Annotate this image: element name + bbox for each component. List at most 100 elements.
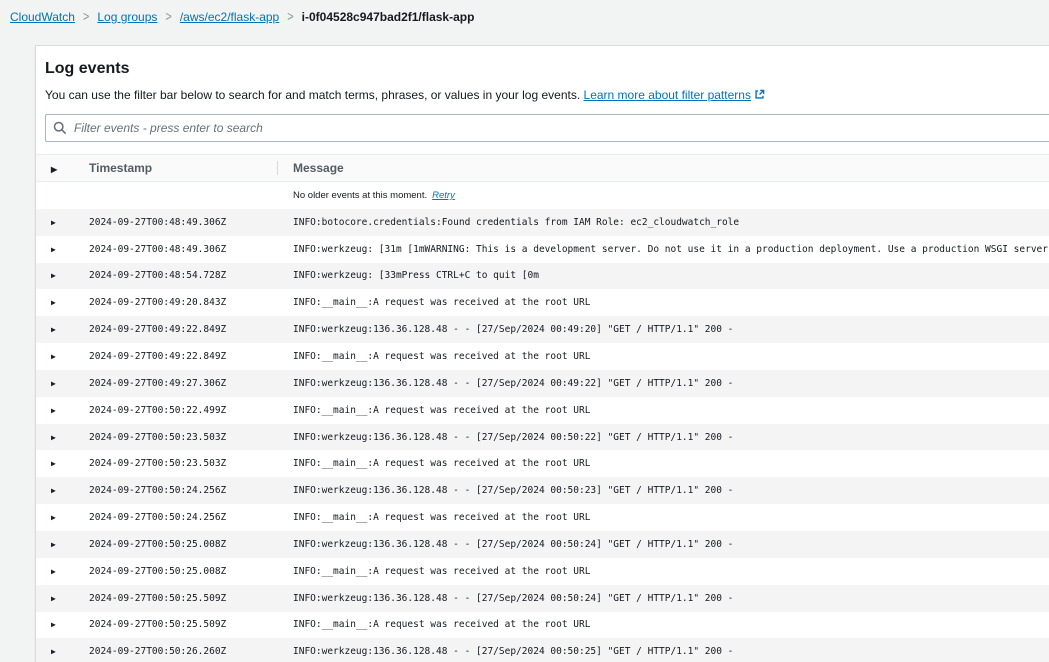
no-older-events-text: No older events at this moment. — [293, 190, 427, 201]
expand-cell: ▶ — [36, 405, 89, 416]
timestamp-column-header: Timestamp — [89, 161, 277, 175]
log-event-row: ▶2024-09-27T00:50:26.260ZINFO:werkzeug:1… — [36, 638, 1049, 662]
log-event-row: ▶2024-09-27T00:49:20.843ZINFO:__main__:A… — [36, 289, 1049, 316]
expand-cell: ▶ — [36, 217, 89, 228]
table-header-row: ▶ Timestamp Message — [36, 155, 1049, 182]
message-cell: INFO:werkzeug:136.36.128.48 - - [27/Sep/… — [277, 539, 1049, 550]
timestamp-cell: 2024-09-27T00:48:49.306Z — [89, 217, 277, 228]
breadcrumb-separator-icon: > — [165, 10, 171, 25]
expand-row-icon[interactable]: ▶ — [51, 407, 56, 415]
expand-cell: ▶ — [36, 566, 89, 577]
expand-row-icon[interactable]: ▶ — [51, 621, 56, 629]
log-event-row: ▶ 2024-09-27T00:50:23.503ZINFO:werkzeug:1… — [36, 424, 1049, 451]
timestamp-cell: 2024-09-27T00:50:25.509Z — [89, 593, 277, 604]
message-cell: INFO:werkzeug: [31m [1mWARNING: This is … — [277, 244, 1049, 255]
expand-row-icon[interactable]: ▶ — [51, 434, 56, 442]
expand-cell: ▶ — [36, 646, 89, 657]
breadcrumb-link-cloudwatch[interactable]: CloudWatch — [10, 10, 75, 24]
log-event-row: ▶ 2024-09-27T00:50:24.256ZINFO:__main__:A… — [36, 504, 1049, 531]
expand-cell: ▶ — [36, 458, 89, 469]
expand-row-icon[interactable]: ▶ — [51, 353, 56, 361]
expand-row-icon[interactable]: ▶ — [51, 514, 56, 522]
expand-row-icon[interactable]: ▶ — [51, 541, 56, 549]
timestamp-cell: 2024-09-27T00:50:22.499Z — [89, 405, 277, 416]
expand-row-icon[interactable]: ▶ — [51, 595, 56, 603]
expand-row-icon[interactable]: ▶ — [51, 380, 56, 388]
message-cell: INFO:werkzeug:136.36.128.48 - - [27/Sep/… — [277, 324, 1049, 335]
log-event-row: ▶2024-09-27T00:49:27.306ZINFO:werkzeug:1… — [36, 370, 1049, 397]
log-rows: No older events at this moment. Retry ▶2… — [36, 182, 1049, 662]
log-event-row: ▶ 2024-09-27T00:50:25.008ZINFO:__main__:A… — [36, 558, 1049, 585]
no-older-events-row: No older events at this moment. Retry — [36, 182, 1049, 209]
expand-cell: ▶ — [36, 512, 89, 523]
expand-row-icon[interactable]: ▶ — [51, 219, 56, 227]
breadcrumb-link-log-group[interactable]: /aws/ec2/flask-app — [180, 10, 279, 24]
breadcrumb-separator-icon: > — [83, 10, 89, 25]
message-cell: INFO:werkzeug: [33mPress CTRL+C to quit … — [277, 270, 1049, 281]
expand-row-icon[interactable]: ▶ — [51, 299, 56, 307]
breadcrumb-current-log-stream: i-0f04528c947bad2f1/flask-app — [302, 10, 475, 24]
expand-cell: ▶ — [36, 351, 89, 362]
expand-cell: ▶ — [36, 485, 89, 496]
expand-cell: ▶ — [36, 593, 89, 604]
timestamp-cell: 2024-09-27T00:48:54.728Z — [89, 270, 277, 281]
panel-description: You can use the filter bar below to sear… — [45, 88, 1049, 102]
timestamp-cell: 2024-09-27T00:50:24.256Z — [89, 485, 277, 496]
external-link-icon — [754, 89, 765, 100]
breadcrumb: CloudWatch > Log groups > /aws/ec2/flask… — [0, 0, 1049, 24]
expand-cell: ▶ — [36, 270, 89, 281]
learn-more-link[interactable]: Learn more about filter patterns — [584, 88, 765, 102]
breadcrumb-link-log-groups[interactable]: Log groups — [97, 10, 157, 24]
expand-row-icon[interactable]: ▶ — [51, 648, 56, 656]
log-event-row: ▶ 2024-09-27T00:50:25.509ZINFO:__main__:A… — [36, 612, 1049, 639]
expand-cell: ▶ — [36, 432, 89, 443]
log-events-table: ▶ Timestamp Message No older events at t… — [36, 154, 1049, 662]
expand-cell: ▶ — [36, 244, 89, 255]
chevron-right-icon: ▶ — [51, 166, 57, 174]
log-event-row: ▶2024-09-27T00:49:22.849ZINFO:__main__:A… — [36, 343, 1049, 370]
log-event-row: ▶ 2024-09-27T00:48:49.306ZINFO:werkzeug: … — [36, 236, 1049, 263]
expand-row-icon[interactable]: ▶ — [51, 326, 56, 334]
log-event-row: ▶2024-09-27T00:49:22.849ZINFO:werkzeug:1… — [36, 316, 1049, 343]
timestamp-cell: 2024-09-27T00:50:25.008Z — [89, 539, 277, 550]
expand-cell: ▶ — [36, 619, 89, 630]
timestamp-cell: 2024-09-27T00:49:22.849Z — [89, 351, 277, 362]
message-cell: INFO:__main__:A request was received at … — [277, 405, 1049, 416]
expand-row-icon[interactable]: ▶ — [51, 272, 56, 280]
log-event-row: ▶ 2024-09-27T00:50:25.509ZINFO:werkzeug:1… — [36, 585, 1049, 612]
log-event-row: ▶ 2024-09-27T00:48:49.306ZINFO:botocore.c… — [36, 209, 1049, 236]
message-cell: INFO:botocore.credentials:Found credenti… — [277, 217, 1049, 228]
expand-row-icon[interactable]: ▶ — [51, 460, 56, 468]
timestamp-cell: 2024-09-27T00:50:25.509Z — [89, 619, 277, 630]
timestamp-cell: 2024-09-27T00:50:23.503Z — [89, 432, 277, 443]
expand-cell: ▶ — [36, 324, 89, 335]
timestamp-cell: 2024-09-27T00:49:20.843Z — [89, 297, 277, 308]
message-column-header: Message — [277, 161, 1049, 175]
timestamp-cell: 2024-09-27T00:50:23.503Z — [89, 458, 277, 469]
message-cell: INFO:werkzeug:136.36.128.48 - - [27/Sep/… — [277, 432, 1049, 443]
expand-row-icon[interactable]: ▶ — [51, 246, 56, 254]
message-cell: INFO:__main__:A request was received at … — [277, 566, 1049, 577]
log-event-row: ▶ 2024-09-27T00:50:24.256ZINFO:werkzeug:1… — [36, 477, 1049, 504]
message-cell: INFO:__main__:A request was received at … — [277, 458, 1049, 469]
expand-row-icon[interactable]: ▶ — [51, 568, 56, 576]
retry-link[interactable]: Retry — [432, 190, 455, 201]
timestamp-cell: 2024-09-27T00:48:49.306Z — [89, 244, 277, 255]
message-cell: INFO:werkzeug:136.36.128.48 - - [27/Sep/… — [277, 593, 1049, 604]
expand-row-icon[interactable]: ▶ — [51, 487, 56, 495]
breadcrumb-separator-icon: > — [287, 10, 293, 25]
filter-bar — [45, 114, 1049, 142]
panel-header: Log events You can use the filter bar be… — [36, 46, 1049, 102]
log-event-row: ▶ 2024-09-27T00:50:23.503ZINFO:__main__:A… — [36, 450, 1049, 477]
message-cell: INFO:werkzeug:136.36.128.48 - - [27/Sep/… — [277, 378, 1049, 389]
timestamp-cell: 2024-09-27T00:50:25.008Z — [89, 566, 277, 577]
log-events-panel: Log events You can use the filter bar be… — [35, 45, 1049, 662]
message-cell: INFO:__main__:A request was received at … — [277, 619, 1049, 630]
log-event-row: ▶ 2024-09-27T00:50:25.008ZINFO:werkzeug:1… — [36, 531, 1049, 558]
log-event-row: ▶ 2024-09-27T00:50:22.499ZINFO:__main__:A… — [36, 397, 1049, 424]
message-cell: INFO:__main__:A request was received at … — [277, 512, 1049, 523]
page-title: Log events — [45, 60, 1049, 78]
timestamp-cell: 2024-09-27T00:50:24.256Z — [89, 512, 277, 523]
message-cell: INFO:werkzeug:136.36.128.48 - - [27/Sep/… — [277, 485, 1049, 496]
filter-events-input[interactable] — [45, 114, 1049, 142]
